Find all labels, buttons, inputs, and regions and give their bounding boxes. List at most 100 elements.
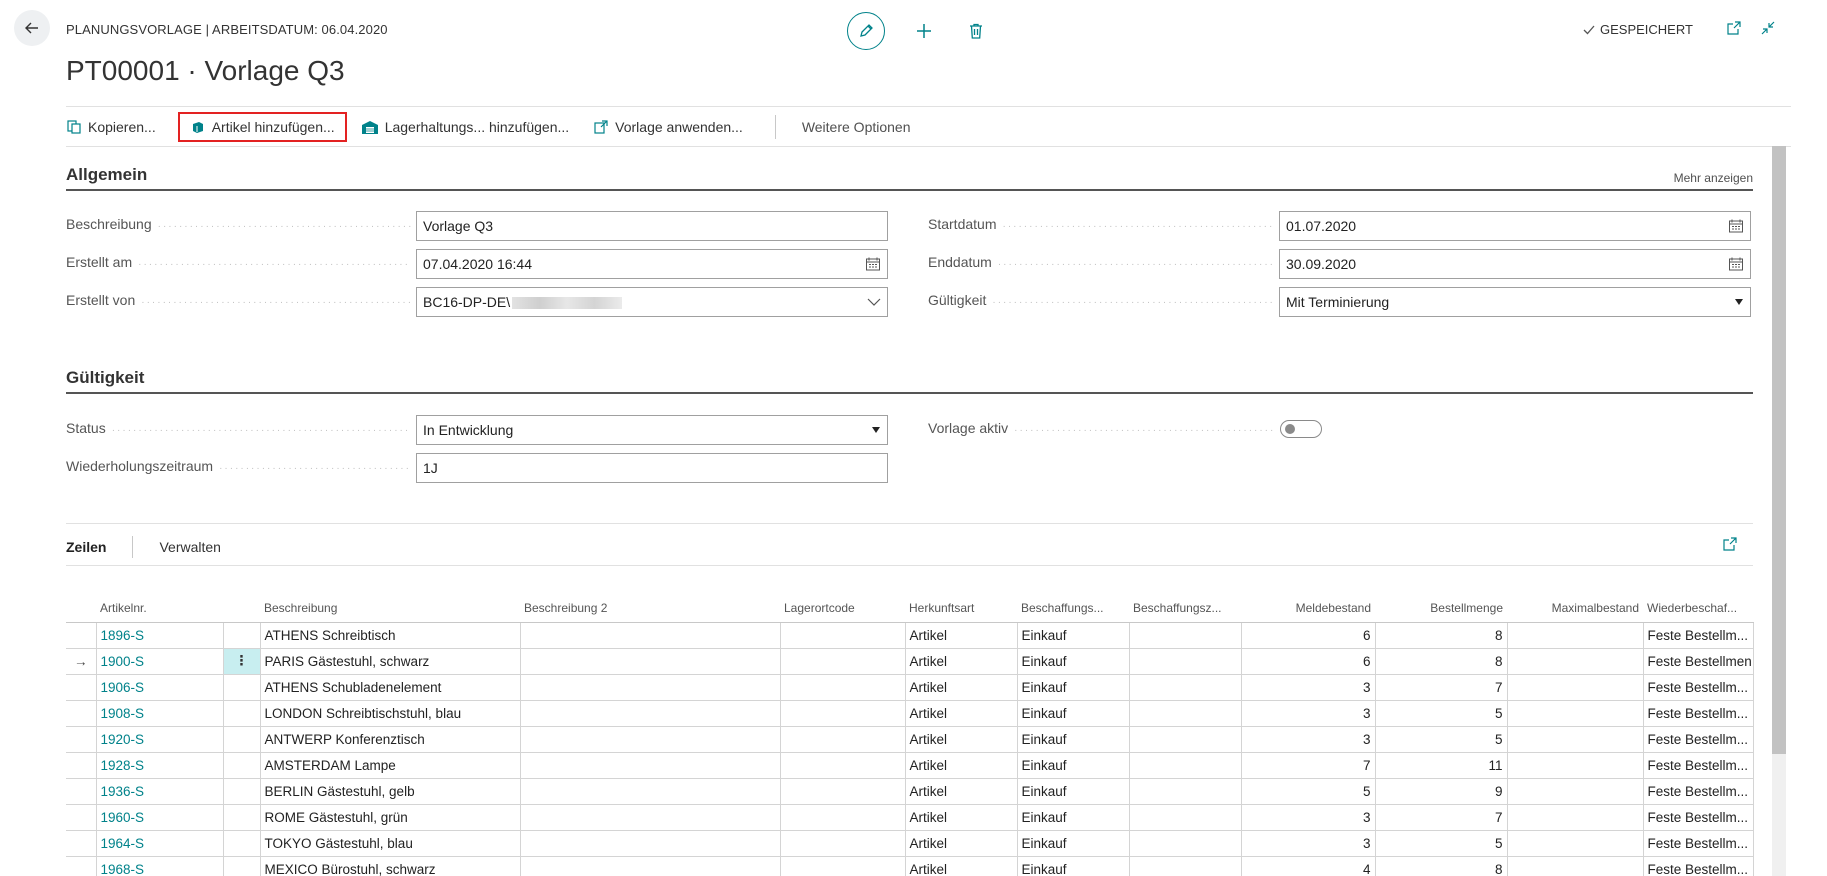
cell-order-quantity[interactable]: 5 <box>1374 725 1508 753</box>
cell-replenishment-time[interactable] <box>1128 751 1242 779</box>
cell-location-code[interactable] <box>779 673 906 701</box>
row-menu-button[interactable]: ⋮ <box>222 647 261 675</box>
tab-manage[interactable]: Verwalten <box>159 539 220 555</box>
cell-replenishment-time[interactable] <box>1128 647 1242 675</box>
item-no-link[interactable]: 1968-S <box>95 855 224 876</box>
cell-max-inventory[interactable] <box>1506 751 1644 779</box>
cell-description[interactable]: LONDON Schreibtischstuhl, blau <box>259 699 521 727</box>
table-row-selected[interactable]: → 1900-S ⋮ PARIS Gästestuhl, schwarz Art… <box>66 647 1754 675</box>
cell-max-inventory[interactable] <box>1506 725 1644 753</box>
row-menu-cell[interactable] <box>222 751 261 779</box>
table-row[interactable]: 1936-S BERLIN Gästestuhl, gelb Artikel E… <box>66 777 1754 805</box>
cell-replenishment-time[interactable] <box>1128 829 1242 857</box>
cell-order-quantity[interactable]: 8 <box>1374 621 1508 649</box>
row-menu-cell[interactable] <box>222 803 261 831</box>
column-header-order-quantity[interactable]: Bestellmenge <box>1375 594 1507 623</box>
cell-reorder-point[interactable]: 3 <box>1240 725 1376 753</box>
show-more-link[interactable]: Mehr anzeigen <box>1674 171 1753 185</box>
cell-order-quantity[interactable]: 8 <box>1374 647 1508 675</box>
cell-max-inventory[interactable] <box>1506 647 1644 675</box>
cell-replenishment[interactable]: Einkauf <box>1016 673 1130 701</box>
cell-location-code[interactable] <box>779 829 906 857</box>
cell-description[interactable]: ATHENS Schreibtisch <box>259 621 521 649</box>
item-no-link[interactable]: 1964-S <box>95 829 224 857</box>
row-menu-cell[interactable] <box>222 829 261 857</box>
column-header-replenishment-time[interactable]: Beschaffungsz... <box>1129 594 1241 623</box>
cell-reorder-point[interactable]: 3 <box>1240 699 1376 727</box>
column-header-reorder-point[interactable]: Meldebestand <box>1241 594 1375 623</box>
column-header-reordering-policy[interactable]: Wiederbeschaf... <box>1643 594 1753 623</box>
cell-reordering-policy[interactable]: Feste Bestellm... <box>1642 673 1754 701</box>
column-header-description-2[interactable]: Beschreibung 2 <box>520 594 780 623</box>
item-no-link[interactable]: 1920-S <box>95 725 224 753</box>
add-items-action[interactable]: Artikel hinzufügen... <box>177 112 347 142</box>
cell-description-2[interactable] <box>519 673 781 701</box>
cell-reordering-policy[interactable]: Feste Bestellmen <box>1642 647 1754 675</box>
cell-replenishment-time[interactable] <box>1128 621 1242 649</box>
column-header-max-inventory[interactable]: Maximalbestand <box>1507 594 1643 623</box>
status-select[interactable]: In Entwicklung <box>416 415 888 445</box>
item-no-link[interactable]: 1928-S <box>95 751 224 779</box>
cell-description[interactable]: TOKYO Gästestuhl, blau <box>259 829 521 857</box>
item-no-link[interactable]: 1960-S <box>95 803 224 831</box>
tab-lines[interactable]: Zeilen <box>66 539 106 555</box>
cell-replenishment[interactable]: Einkauf <box>1016 803 1130 831</box>
validity-type-select[interactable]: Mit Terminierung <box>1279 287 1751 317</box>
start-date-input[interactable]: 01.07.2020 <box>1279 211 1751 241</box>
cell-description[interactable]: PARIS Gästestuhl, schwarz <box>259 647 521 675</box>
cell-description-2[interactable] <box>519 751 781 779</box>
cell-description-2[interactable] <box>519 699 781 727</box>
cell-order-quantity[interactable]: 8 <box>1374 855 1508 876</box>
cell-source-type[interactable]: Artikel <box>904 673 1018 701</box>
row-menu-cell[interactable] <box>222 621 261 649</box>
cell-replenishment-time[interactable] <box>1128 803 1242 831</box>
cell-source-type[interactable]: Artikel <box>904 725 1018 753</box>
table-row[interactable]: 1968-S MEXICO Bürostuhl, schwarz Artikel… <box>66 855 1754 876</box>
item-no-link[interactable]: 1896-S <box>95 621 224 649</box>
item-no-link[interactable]: 1900-S <box>95 647 224 675</box>
cell-reordering-policy[interactable]: Feste Bestellm... <box>1642 725 1754 753</box>
cell-reorder-point[interactable]: 4 <box>1240 855 1376 876</box>
cell-location-code[interactable] <box>779 777 906 805</box>
cell-replenishment[interactable]: Einkauf <box>1016 751 1130 779</box>
cell-source-type[interactable]: Artikel <box>904 855 1018 876</box>
cell-source-type[interactable]: Artikel <box>904 829 1018 857</box>
section-general-title[interactable]: Allgemein <box>66 165 147 185</box>
cell-reorder-point[interactable]: 7 <box>1240 751 1376 779</box>
delete-button[interactable] <box>963 18 989 44</box>
cell-location-code[interactable] <box>779 855 906 876</box>
dropdown-arrow-icon[interactable] <box>1734 298 1744 306</box>
cell-max-inventory[interactable] <box>1506 621 1644 649</box>
row-menu-cell[interactable] <box>222 699 261 727</box>
cell-source-type[interactable]: Artikel <box>904 777 1018 805</box>
column-header-description[interactable]: Beschreibung <box>260 594 520 623</box>
created-by-input[interactable]: BC16-DP-DE\ <box>416 287 888 317</box>
table-row[interactable]: 1908-S LONDON Schreibtischstuhl, blau Ar… <box>66 699 1754 727</box>
cell-order-quantity[interactable]: 5 <box>1374 699 1508 727</box>
cell-location-code[interactable] <box>779 647 906 675</box>
cell-reorder-point[interactable]: 6 <box>1240 647 1376 675</box>
calendar-icon[interactable] <box>865 256 881 272</box>
cell-location-code[interactable] <box>779 751 906 779</box>
calendar-icon[interactable] <box>1728 256 1744 272</box>
cell-replenishment[interactable]: Einkauf <box>1016 621 1130 649</box>
cell-max-inventory[interactable] <box>1506 673 1644 701</box>
cell-max-inventory[interactable] <box>1506 803 1644 831</box>
cell-order-quantity[interactable]: 5 <box>1374 829 1508 857</box>
cell-description-2[interactable] <box>519 725 781 753</box>
cell-description[interactable]: MEXICO Bürostuhl, schwarz <box>259 855 521 876</box>
cell-description-2[interactable] <box>519 621 781 649</box>
cell-order-quantity[interactable]: 7 <box>1374 673 1508 701</box>
cell-description[interactable]: AMSTERDAM Lampe <box>259 751 521 779</box>
table-row[interactable]: 1964-S TOKYO Gästestuhl, blau Artikel Ei… <box>66 829 1754 857</box>
cell-max-inventory[interactable] <box>1506 829 1644 857</box>
cell-replenishment[interactable]: Einkauf <box>1016 725 1130 753</box>
cell-source-type[interactable]: Artikel <box>904 803 1018 831</box>
table-row[interactable]: 1960-S ROME Gästestuhl, grün Artikel Ein… <box>66 803 1754 831</box>
row-menu-cell[interactable] <box>222 725 261 753</box>
cell-replenishment-time[interactable] <box>1128 699 1242 727</box>
cell-replenishment-time[interactable] <box>1128 725 1242 753</box>
item-no-link[interactable]: 1908-S <box>95 699 224 727</box>
add-sku-action[interactable]: Lagerhaltungs... hinzufügen... <box>361 112 579 142</box>
page-scrollbar-thumb[interactable] <box>1772 146 1786 754</box>
